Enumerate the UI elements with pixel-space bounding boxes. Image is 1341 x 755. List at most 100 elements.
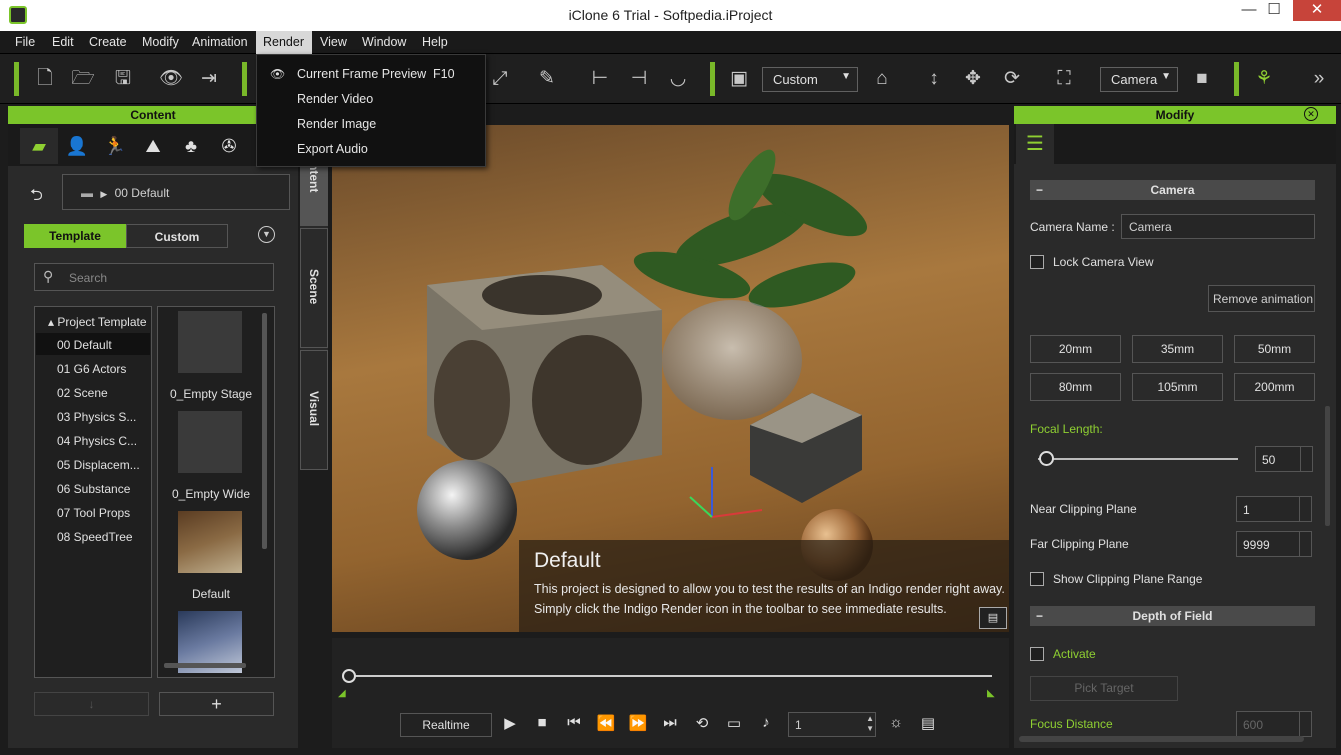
next-key-icon[interactable]: ⏭ — [660, 714, 680, 731]
close-button[interactable]: ✕ — [1293, 0, 1341, 21]
lens-105mm-button[interactable]: 105mm — [1132, 373, 1223, 401]
timeline-toggle-icon[interactable]: ▤ — [918, 714, 938, 732]
move-icon[interactable]: ✥ — [961, 67, 985, 91]
dof-section-header[interactable]: − Depth of Field — [1030, 606, 1315, 626]
thumbnail-empty-wide[interactable] — [178, 411, 242, 473]
menu-item-render-video[interactable]: Render Video — [297, 92, 373, 106]
horizontal-scrollbar[interactable] — [1019, 736, 1304, 742]
overflow-icon[interactable]: » — [1307, 67, 1331, 91]
timeline-track[interactable] — [348, 675, 992, 677]
back-icon[interactable]: ⮌ — [30, 184, 43, 211]
lens-50mm-button[interactable]: 50mm — [1234, 335, 1315, 363]
menu-animation[interactable]: Animation — [192, 35, 248, 49]
thumbnail-empty-stage[interactable] — [178, 311, 242, 373]
menu-create[interactable]: Create — [89, 35, 127, 49]
tree-item[interactable]: 05 Displacem... — [36, 453, 150, 475]
settings-sun-icon[interactable]: ☼ — [886, 714, 906, 731]
menu-item-current-frame-preview[interactable]: Current Frame Preview F10 — [297, 67, 455, 81]
close-icon[interactable]: ✕ — [1304, 107, 1318, 121]
hide-icon[interactable]: ◡ — [666, 67, 690, 91]
tree-root[interactable]: ▴ Project Template — [36, 310, 150, 332]
activate-dof-checkbox[interactable] — [1030, 647, 1044, 661]
align-left-icon[interactable]: ⊢ — [588, 67, 612, 91]
lock-camera-checkbox[interactable] — [1030, 255, 1044, 269]
home-icon[interactable]: ⌂ — [870, 67, 894, 91]
menu-item-export-audio[interactable]: Export Audio — [297, 142, 368, 156]
show-clipping-checkbox[interactable] — [1030, 572, 1044, 586]
view-select[interactable]: Custom ▼ — [762, 67, 858, 92]
camera-select[interactable]: Camera ▼ — [1100, 67, 1178, 92]
align-right-icon[interactable]: ⊣ — [627, 67, 651, 91]
search-input[interactable]: ⚲ Search — [34, 263, 274, 291]
tree-item[interactable]: 07 Tool Props — [36, 501, 150, 523]
add-button[interactable]: + — [159, 692, 274, 716]
tree-item[interactable]: 01 G6 Actors — [36, 357, 150, 379]
new-file-icon[interactable]: 🗋 — [33, 67, 57, 91]
tab-scene[interactable]: Scene — [300, 228, 328, 348]
menu-render[interactable]: Render — [256, 31, 312, 55]
fullscreen-icon[interactable]: ⤢ — [488, 67, 512, 91]
actor-icon[interactable]: 👤 — [58, 128, 96, 164]
spinner-icon[interactable] — [1299, 497, 1311, 521]
focal-length-slider-track[interactable] — [1038, 458, 1238, 460]
maximize-button[interactable]: ☐ — [1252, 0, 1296, 21]
tab-custom[interactable]: Custom — [126, 224, 228, 248]
save-icon[interactable]: 🖫 — [111, 67, 135, 91]
media-icon[interactable]: ✇ — [210, 128, 248, 164]
scrollbar-thumb-horizontal[interactable] — [164, 663, 246, 668]
motion-icon[interactable]: 🏃 — [96, 128, 134, 164]
comment-icon[interactable]: ▤ — [979, 607, 1007, 629]
viewport-layout-icon[interactable]: ▣ — [727, 67, 751, 91]
near-clipping-input[interactable]: 1 — [1236, 496, 1312, 522]
frame-icon[interactable]: ⛶ — [1052, 67, 1076, 91]
camera-section-header[interactable]: − Camera — [1030, 180, 1315, 200]
preview-eye-icon[interactable]: 👁 — [159, 67, 183, 91]
subtitle-icon[interactable]: ▭ — [724, 714, 744, 732]
stop-icon[interactable]: ■ — [532, 714, 552, 731]
menu-help[interactable]: Help — [422, 35, 448, 49]
tree-item[interactable]: 08 SpeedTree — [36, 525, 150, 547]
open-folder-icon[interactable]: 🗁 — [71, 67, 95, 91]
menu-modify[interactable]: Modify — [142, 35, 179, 49]
tree-icon[interactable]: ♣ — [172, 128, 210, 164]
spinner-icon[interactable] — [1299, 532, 1311, 556]
path-bar[interactable]: ▬ ▶ 00 Default — [62, 174, 290, 210]
tree-item-00-default[interactable]: 00 Default — [36, 333, 150, 355]
audio-icon[interactable]: ♪ — [756, 714, 776, 731]
lens-80mm-button[interactable]: 80mm — [1030, 373, 1121, 401]
thumbnail-default[interactable] — [178, 511, 242, 573]
folder-icon[interactable]: ▰ — [20, 128, 58, 164]
3d-viewport[interactable]: Default This project is designed to allo… — [332, 125, 1009, 632]
lens-35mm-button[interactable]: 35mm — [1132, 335, 1223, 363]
focal-length-input[interactable]: 50 — [1255, 446, 1313, 472]
spinner-icon[interactable] — [1300, 447, 1312, 471]
menu-item-render-image[interactable]: Render Image — [297, 117, 376, 131]
pick-target-button[interactable]: Pick Target — [1030, 676, 1178, 701]
previous-key-icon[interactable]: ⏮ — [564, 714, 584, 731]
vertical-scrollbar[interactable] — [1325, 406, 1330, 526]
menu-view[interactable]: View — [320, 35, 347, 49]
video-camera-icon[interactable]: ■ — [1190, 67, 1214, 91]
realtime-button[interactable]: Realtime — [400, 713, 492, 737]
frame-input[interactable]: 1 ▲ ▼ — [788, 712, 876, 737]
tree-item[interactable]: 02 Scene — [36, 381, 150, 403]
tree-item[interactable]: 06 Substance — [36, 477, 150, 499]
export-icon[interactable]: ⇥ — [197, 67, 221, 91]
chevron-down-icon[interactable]: ▼ — [258, 226, 275, 243]
range-start-marker[interactable]: ◢ — [338, 688, 346, 699]
camera-name-field[interactable]: Camera — [1121, 214, 1315, 239]
fast-forward-icon[interactable]: ⏩ — [628, 714, 648, 732]
scrollbar-thumb[interactable] — [262, 313, 267, 549]
tab-visual[interactable]: Visual — [300, 350, 328, 470]
spinner-icon[interactable] — [1299, 712, 1311, 736]
timeline-playhead[interactable] — [342, 669, 356, 683]
play-icon[interactable]: ▶ — [500, 714, 520, 732]
menu-window[interactable]: Window — [362, 35, 406, 49]
rewind-icon[interactable]: ⏪ — [596, 714, 616, 732]
lens-200mm-button[interactable]: 200mm — [1234, 373, 1315, 401]
focal-length-slider-knob[interactable] — [1039, 451, 1054, 466]
focus-distance-input[interactable]: 600 — [1236, 711, 1312, 737]
tree-item[interactable]: 04 Physics C... — [36, 429, 150, 451]
spinner-icon[interactable]: ▲ ▼ — [866, 714, 874, 734]
range-end-marker[interactable]: ◣ — [987, 688, 995, 699]
